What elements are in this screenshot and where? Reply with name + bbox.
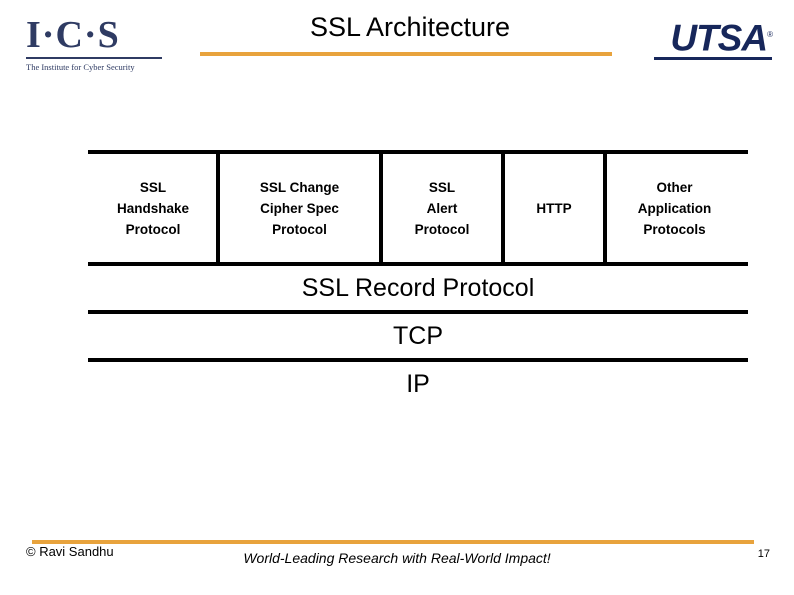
ssl-architecture-diagram: SSL Handshake Protocol SSL Change Cipher Spe… — [88, 150, 748, 406]
layer-tcp: TCP — [393, 322, 443, 350]
layer-ip: IP — [406, 370, 430, 398]
utsa-logo-text: UTSA — [670, 17, 768, 59]
protocol-cell: Other Application Protocols — [605, 154, 744, 262]
protocol-cell-label: SSL Alert Protocol — [414, 179, 470, 237]
footer-divider — [32, 540, 754, 544]
utsa-logo-wordmark: UTSA® — [652, 16, 773, 59]
protocol-cell-label: SSL Handshake Protocol — [116, 179, 190, 237]
protocol-cell-label: SSL Change Cipher Spec Protocol — [259, 179, 340, 237]
protocol-cell: HTTP — [503, 154, 605, 262]
footer-tagline: World-Leading Research with Real-World I… — [243, 550, 551, 566]
ics-logo-divider — [26, 57, 162, 59]
slide-header: I·C·S The Institute for Cyber Security S… — [0, 0, 794, 100]
registered-trademark-icon: ® — [767, 30, 773, 39]
ics-logo: I·C·S The Institute for Cyber Security — [26, 14, 166, 76]
protocol-row: SSL Handshake Protocol SSL Change Cipher Spe… — [88, 154, 748, 262]
protocol-cell: SSL Alert Protocol — [381, 154, 503, 262]
ics-logo-wordmark: I·C·S — [26, 14, 120, 56]
protocol-cell: SSL Change Cipher Spec Protocol — [218, 154, 381, 262]
ics-logo-subtitle: The Institute for Cyber Security — [26, 62, 135, 72]
protocol-cell-label: Other Application Protocols — [637, 179, 712, 237]
protocol-cell: SSL Handshake Protocol — [88, 154, 218, 262]
page-title: SSL Architecture — [309, 12, 511, 42]
utsa-logo: UTSA® — [652, 16, 773, 72]
protocol-cell-label: HTTP — [536, 200, 572, 216]
footer-page-number: 17 — [757, 548, 770, 560]
title-underline — [200, 52, 612, 56]
layer-ssl-record-protocol: SSL Record Protocol — [301, 274, 535, 302]
